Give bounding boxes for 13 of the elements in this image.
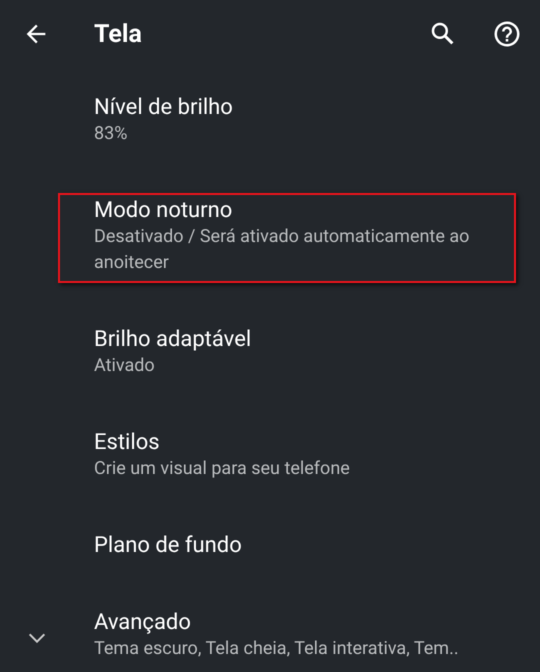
setting-title[interactable]: Brilho adaptável xyxy=(94,326,252,353)
setting-title[interactable]: Plano de fundo xyxy=(94,532,242,559)
setting-title[interactable]: Estilos xyxy=(94,429,350,456)
setting-title[interactable]: Modo noturno xyxy=(94,197,506,224)
setting-summary: Desativado / Será ativado automaticamente ao anoitecer xyxy=(94,225,470,275)
setting-summary: Tema escuro, Tela cheia, Tela interativa, Tem.. xyxy=(94,637,459,661)
setting-summary: 83% xyxy=(94,122,128,146)
setting-summary: Ativado xyxy=(94,354,156,378)
screen-title: Tela xyxy=(94,20,143,48)
setting-summary: Crie um visual para seu telefone xyxy=(94,457,350,481)
help-icon[interactable] xyxy=(492,19,522,49)
setting-title[interactable]: Avançado xyxy=(94,609,459,636)
setting-title[interactable]: Nível de brilho xyxy=(94,94,233,121)
